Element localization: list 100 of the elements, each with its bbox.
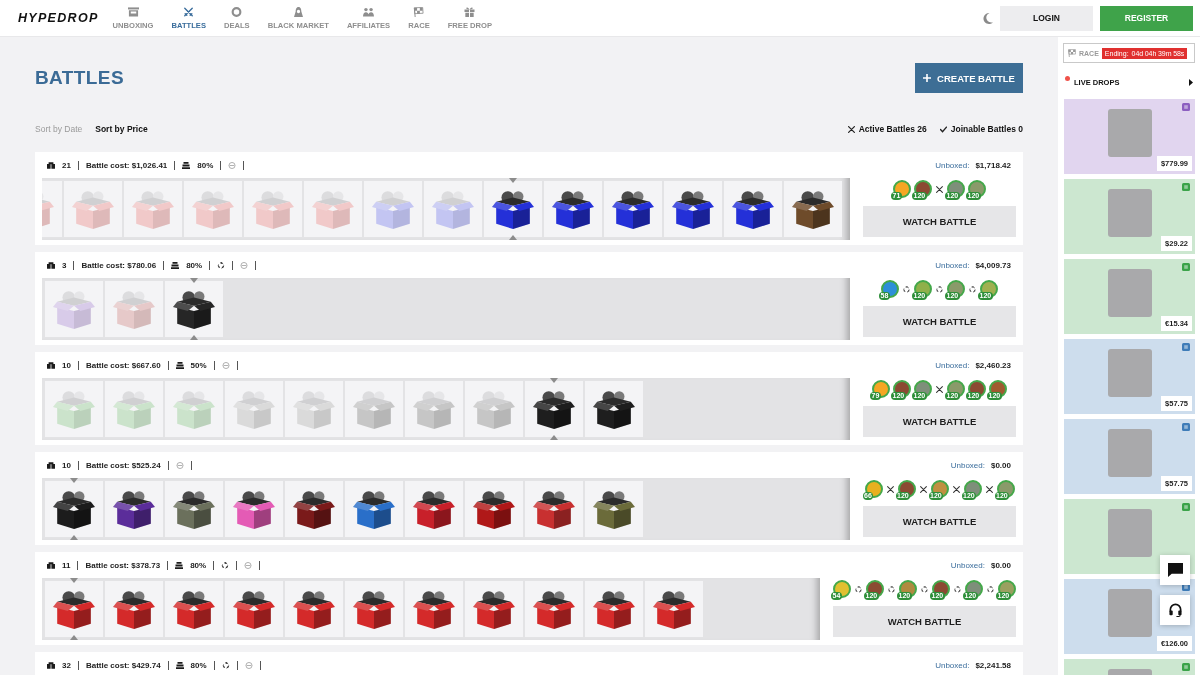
cross-icon bbox=[936, 385, 943, 393]
cycle-icon bbox=[954, 585, 961, 593]
checkered-flag-icon bbox=[1068, 49, 1076, 57]
percent-value: 80% bbox=[190, 560, 207, 570]
moon-icon[interactable] bbox=[983, 12, 993, 24]
cycle-icon bbox=[903, 285, 910, 293]
battle-cost: Battle cost: $1,026.41 bbox=[85, 160, 168, 170]
unboxed-value: $1,718.42 bbox=[975, 160, 1011, 170]
login-button[interactable]: LOGIN bbox=[1000, 5, 1093, 31]
percent-value: 80% bbox=[186, 260, 203, 270]
watch-battle-button[interactable]: WATCH BATTLE bbox=[863, 406, 1016, 437]
caret-icon[interactable] bbox=[1189, 78, 1193, 86]
box-count: 10 bbox=[62, 360, 71, 370]
box-count: 3 bbox=[62, 260, 67, 270]
unboxed-value: $2,241.58 bbox=[975, 660, 1011, 670]
product-photo bbox=[1107, 509, 1152, 557]
product-photo bbox=[1107, 189, 1152, 237]
cross-icon bbox=[886, 485, 894, 493]
pointer-icon bbox=[70, 535, 78, 540]
cross-icon bbox=[952, 485, 960, 493]
cycle-icon bbox=[987, 585, 994, 593]
pointer-icon bbox=[550, 435, 558, 440]
unboxed-label: Unboxed: bbox=[935, 660, 970, 670]
circle-minus-icon bbox=[240, 261, 249, 269]
unboxed-label: Unboxed: bbox=[935, 260, 970, 270]
boxes-icon bbox=[47, 561, 55, 569]
battle-cost: Battle cost: $667.60 bbox=[85, 360, 161, 370]
filter-toggle[interactable]: Active Battles 26 bbox=[847, 124, 927, 134]
sort-option[interactable]: Sort by Price bbox=[95, 124, 148, 134]
circle-minus-icon bbox=[244, 561, 253, 569]
battle-cost: Battle cost: $429.74 bbox=[85, 660, 161, 670]
stack-icon bbox=[182, 161, 191, 169]
support-button[interactable] bbox=[1160, 595, 1190, 625]
watch-battle-button[interactable]: WATCH BATTLE bbox=[863, 206, 1016, 237]
rarity-icon bbox=[1182, 503, 1190, 511]
gift-icon bbox=[464, 6, 476, 17]
unboxed-label: Unboxed: bbox=[950, 460, 985, 470]
product-photo bbox=[1107, 429, 1152, 477]
unboxed-label: Unboxed: bbox=[935, 360, 970, 370]
battle-cost: Battle cost: $780.06 bbox=[81, 260, 157, 270]
circle-minus-icon bbox=[228, 161, 237, 169]
product-photo bbox=[1107, 349, 1152, 397]
watch-battle-button[interactable]: WATCH BATTLE bbox=[863, 506, 1016, 537]
box-count: 11 bbox=[62, 560, 71, 570]
circle-minus-icon bbox=[221, 361, 230, 369]
headset-icon bbox=[1167, 603, 1183, 617]
rarity-icon bbox=[1182, 663, 1190, 671]
stack-icon bbox=[175, 661, 184, 669]
chat-icon bbox=[1167, 563, 1183, 577]
box-count: 32 bbox=[62, 660, 71, 670]
cycle-icon bbox=[921, 585, 928, 593]
cross-icon bbox=[919, 485, 927, 493]
rarity-icon bbox=[1182, 263, 1190, 271]
cycle-icon bbox=[969, 285, 976, 293]
pointer-icon bbox=[509, 235, 517, 240]
boxes-icon bbox=[47, 261, 55, 269]
product-photo bbox=[1107, 109, 1152, 157]
stack-icon bbox=[171, 261, 180, 269]
cycle-icon bbox=[936, 285, 943, 293]
plus-icon bbox=[923, 74, 932, 82]
pointer-icon bbox=[190, 335, 198, 340]
percent-value: 80% bbox=[197, 160, 214, 170]
unboxed-value: $0.00 bbox=[990, 560, 1011, 570]
check-icon bbox=[939, 125, 947, 133]
live-dot-icon bbox=[1065, 76, 1070, 81]
tray-icon bbox=[127, 6, 139, 17]
unboxed-value: $2,460.23 bbox=[975, 360, 1011, 370]
hooded-figure-icon bbox=[292, 6, 304, 17]
sort-option[interactable]: Sort by Date bbox=[35, 124, 83, 134]
watch-battle-button[interactable]: WATCH BATTLE bbox=[833, 606, 1016, 637]
rarity-icon bbox=[1182, 183, 1190, 191]
rarity-icon bbox=[1182, 423, 1190, 431]
register-button[interactable]: REGISTER bbox=[1100, 5, 1193, 31]
logo[interactable]: HYPEDROP bbox=[18, 11, 99, 25]
rarity-icon bbox=[1182, 103, 1190, 111]
cross-icon bbox=[936, 185, 943, 193]
stack-icon bbox=[175, 361, 184, 369]
unboxed-label: Unboxed: bbox=[935, 160, 970, 170]
chat-button[interactable] bbox=[1160, 555, 1190, 585]
unboxed-value: $0.00 bbox=[990, 460, 1011, 470]
cross-icon bbox=[985, 485, 993, 493]
cycle-icon bbox=[888, 585, 895, 593]
page-title: BATTLES bbox=[35, 67, 124, 89]
boxes-icon bbox=[47, 461, 55, 469]
percent-value: 50% bbox=[190, 360, 207, 370]
battle-cost: Battle cost: $378.73 bbox=[85, 560, 161, 570]
create-battle-button[interactable]: CREATE BATTLE bbox=[915, 63, 1023, 93]
boxes-icon bbox=[47, 661, 55, 669]
filter-toggle[interactable]: Joinable Battles 0 bbox=[939, 124, 1023, 134]
pointer-icon bbox=[70, 635, 78, 640]
product-photo bbox=[1107, 589, 1152, 637]
unboxed-value: $4,009.73 bbox=[975, 260, 1011, 270]
product-photo bbox=[1107, 269, 1152, 317]
checkered-flag-icon bbox=[413, 6, 425, 17]
rarity-icon bbox=[1182, 343, 1190, 351]
stack-icon bbox=[175, 561, 184, 569]
watch-battle-button[interactable]: WATCH BATTLE bbox=[863, 306, 1016, 337]
cross-icon bbox=[847, 125, 855, 133]
boxes-icon bbox=[47, 161, 55, 169]
box-count: 21 bbox=[62, 160, 71, 170]
